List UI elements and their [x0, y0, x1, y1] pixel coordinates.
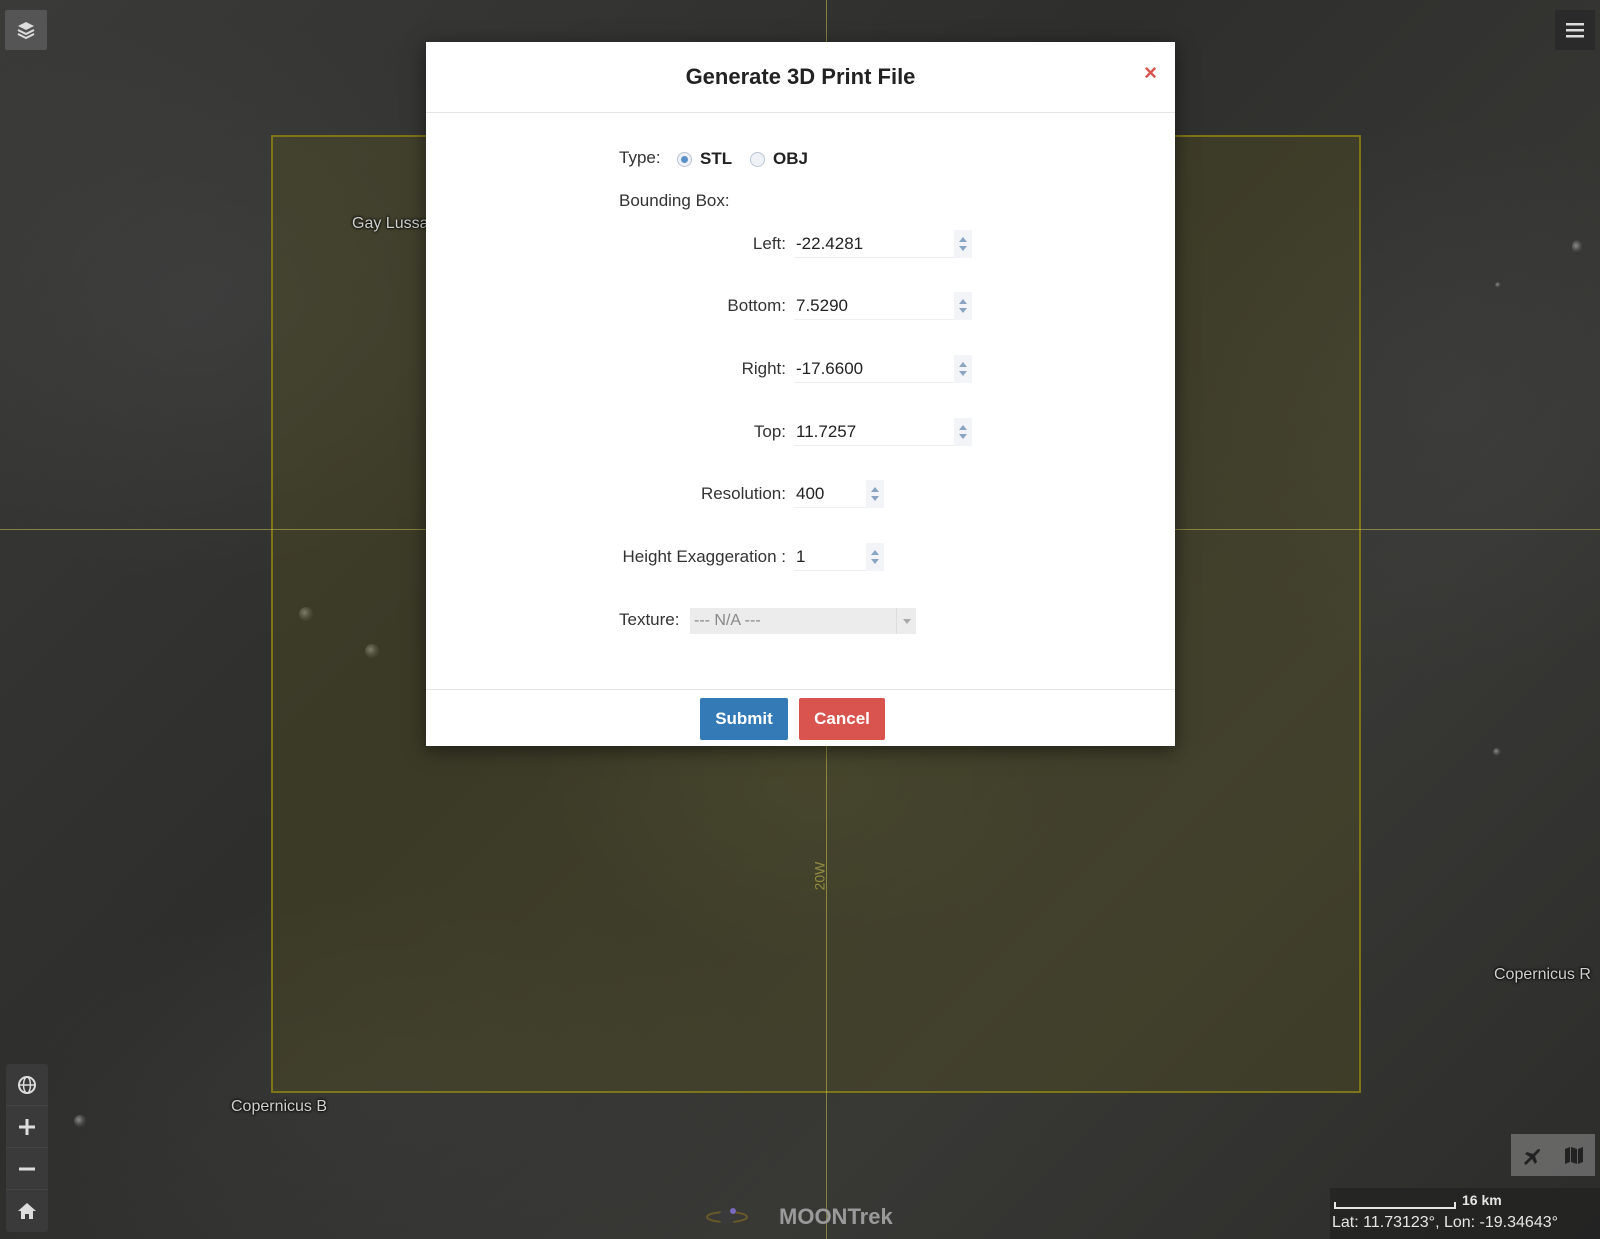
crater: [74, 1115, 86, 1127]
height-exaggeration-label: Height Exaggeration :: [622, 547, 787, 566]
stl-radio-label: STL: [700, 149, 733, 168]
map-navigation-controls: [6, 1064, 48, 1232]
top-value: 11.7257: [796, 421, 857, 441]
spin-up-icon[interactable]: [871, 486, 879, 492]
bottom-value: 7.5290: [796, 295, 848, 315]
right-spinner[interactable]: [954, 354, 972, 383]
map-label-copernicus-r: Copernicus R: [1494, 966, 1591, 983]
bottom-label: Bottom:: [727, 296, 786, 315]
right-label: Right:: [741, 359, 786, 378]
cancel-button[interactable]: Cancel: [799, 698, 885, 740]
right-value: -17.6600: [796, 358, 864, 378]
longitude-grid-label: 20W: [811, 861, 828, 891]
spin-down-icon[interactable]: [959, 433, 967, 439]
crater: [1495, 282, 1501, 288]
layers-button[interactable]: [5, 10, 47, 50]
globe-icon: [18, 1075, 36, 1094]
resolution-value: 400: [796, 483, 825, 503]
spin-down-icon[interactable]: [959, 370, 967, 376]
zoom-out-button[interactable]: [6, 1148, 48, 1190]
crater: [1572, 240, 1582, 254]
right-input[interactable]: -17.6600: [794, 354, 972, 383]
dialog-title: Generate 3D Print File: [685, 64, 916, 89]
stl-radio[interactable]: [677, 151, 692, 167]
scale-label: 16 km: [1462, 1192, 1502, 1208]
home-button[interactable]: [6, 1190, 48, 1232]
height-exaggeration-spinner[interactable]: [866, 542, 884, 571]
type-option-obj[interactable]: OBJ: [750, 149, 808, 169]
scale-and-coordinates: 16 km Lat: 11.73123°, Lon: -19.34643°: [1330, 1188, 1600, 1239]
planet-logo-icon: [706, 1208, 748, 1225]
texture-label: Texture:: [619, 610, 680, 629]
moontrek-logo: MOONTrek: [705, 1204, 893, 1230]
texture-select-value: --- N/A ---: [694, 612, 761, 629]
resolution-input[interactable]: 400: [794, 479, 884, 508]
close-icon[interactable]: ×: [1144, 62, 1157, 84]
menu-button[interactable]: [1555, 10, 1595, 50]
spin-down-icon[interactable]: [871, 495, 879, 501]
top-spinner[interactable]: [954, 417, 972, 446]
bottom-spinner[interactable]: [954, 291, 972, 320]
bottom-input[interactable]: 7.5290: [794, 291, 972, 320]
logo-text: MOONTrek: [779, 1204, 893, 1229]
map-tools: [1511, 1134, 1595, 1176]
type-label: Type:: [619, 148, 661, 167]
height-exaggeration-input[interactable]: 1: [794, 542, 884, 571]
top-input[interactable]: 11.7257: [794, 417, 972, 446]
home-icon: [18, 1203, 36, 1219]
spin-down-icon[interactable]: [959, 245, 967, 251]
bounding-box-label: Bounding Box:: [619, 191, 730, 210]
obj-radio[interactable]: [750, 151, 765, 167]
map-view-button[interactable]: [1553, 1134, 1595, 1176]
minus-icon: [19, 1167, 35, 1170]
texture-select[interactable]: --- N/A ---: [690, 608, 916, 634]
spin-up-icon[interactable]: [959, 298, 967, 304]
left-spinner[interactable]: [954, 229, 972, 258]
top-label: Top:: [753, 422, 786, 441]
spin-down-icon[interactable]: [871, 558, 879, 564]
scale-bar: [1334, 1202, 1456, 1209]
cursor-coordinates: Lat: 11.73123°, Lon: -19.34643°: [1332, 1214, 1559, 1231]
crater: [1493, 748, 1501, 756]
resolution-spinner[interactable]: [866, 479, 884, 508]
resolution-label: Resolution:: [700, 484, 786, 503]
spin-up-icon[interactable]: [959, 424, 967, 430]
spin-up-icon[interactable]: [959, 361, 967, 367]
left-value: -22.4281: [796, 233, 864, 253]
chevron-down-icon[interactable]: [896, 608, 916, 634]
spin-down-icon[interactable]: [959, 307, 967, 313]
submit-button[interactable]: Submit: [700, 698, 788, 740]
left-input[interactable]: -22.4281: [794, 229, 972, 258]
spin-up-icon[interactable]: [959, 236, 967, 242]
height-exaggeration-value: 1: [796, 546, 806, 566]
spin-up-icon[interactable]: [871, 549, 879, 555]
map-icon: [1565, 1147, 1583, 1164]
dialog-header: Generate 3D Print File ×: [426, 42, 1175, 113]
dialog-footer: Submit Cancel: [426, 689, 1175, 746]
map-label-gay-lussac: Gay Lussac: [352, 215, 437, 232]
obj-radio-label: OBJ: [773, 149, 808, 168]
map-label-copernicus-b: Copernicus B: [231, 1098, 328, 1115]
left-label: Left:: [752, 234, 786, 253]
layers-icon: [17, 22, 35, 40]
type-option-stl[interactable]: STL: [677, 149, 732, 169]
globe-view-button[interactable]: [6, 1064, 48, 1106]
print-3d-dialog: Generate 3D Print File × Type: STL OBJ B…: [426, 42, 1175, 746]
zoom-in-button[interactable]: [6, 1106, 48, 1148]
plus-icon: [19, 1118, 35, 1135]
airplane-icon: [1524, 1149, 1540, 1165]
hamburger-menu-icon: [1566, 23, 1584, 38]
fly-to-button[interactable]: [1511, 1134, 1553, 1176]
